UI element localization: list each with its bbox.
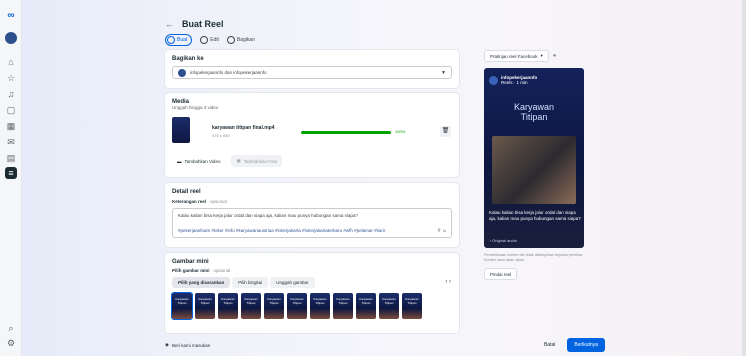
thumbnail-tiles: Karyawan Titipan Karyawan Titipan Karyaw… (171, 292, 452, 320)
chevron-down-icon: ▾ (540, 53, 543, 58)
chart-icon[interactable]: ▤ (5, 152, 17, 164)
caption-text: Kalau kalian bisa kerja jalur ordal dan … (178, 213, 358, 218)
avatar (489, 75, 498, 85)
carousel-arrows-icon[interactable]: ‹ › (445, 279, 451, 285)
preview-panel: Pratinjau reel Facebook ▾ ● infopekerjaan… (484, 50, 600, 281)
preview-title: Karyawan Titipan (513, 102, 555, 123)
optional-tag: · opsional (207, 199, 227, 204)
caption-label: Keterangan reel (172, 199, 207, 204)
reels-icon[interactable]: ≡ (5, 167, 17, 179)
radio-icon (200, 36, 209, 44)
feedback-icon: ◉ (165, 342, 169, 347)
add-video-button[interactable]: ▬ Tambahkan Video (172, 155, 226, 167)
avatar-icon[interactable] (5, 32, 17, 44)
photo-icon: ▣ (236, 158, 241, 163)
tab-frame[interactable]: Pilih bingkai (232, 277, 269, 288)
grid-icon[interactable]: ▦ (5, 120, 17, 132)
page-title: Buat Reel (182, 19, 224, 29)
add-photo-button[interactable]: ▣ Tambahkan Foto (231, 155, 283, 167)
details-title: Detail reel (172, 189, 201, 195)
progress-label: 100% (395, 129, 406, 134)
upload-progress-bar (301, 131, 391, 134)
cancel-button[interactable]: Batal (538, 338, 561, 352)
back-arrow-icon[interactable]: ← (165, 19, 174, 29)
thumbnail-label: Pilih gambar mini (172, 268, 210, 273)
calendar-icon[interactable]: ▢ (5, 104, 17, 116)
footer-bar: ◉ Beri kami masukan Batal Berikutnya (165, 338, 605, 352)
gear-icon[interactable]: ⚙ (5, 337, 17, 349)
thumbnail-option[interactable]: Karyawan Titipan (241, 293, 261, 319)
caption-hashtags: #pekerjaanfoam #loker #info #karyawanaus… (178, 227, 386, 233)
home-icon[interactable]: ⌂ (5, 56, 17, 68)
thumbnail-option[interactable]: Karyawan Titipan (218, 293, 238, 319)
tab-upload[interactable]: Unggah gambar (270, 277, 315, 288)
thumbnail-option[interactable]: Karyawan Titipan (287, 293, 307, 319)
search-icon[interactable]: ⌕ (5, 322, 17, 334)
bell-icon[interactable]: ♫ (5, 88, 17, 100)
left-nav-rail: ∞ ⌂ ☆ ♫ ▢ ▦ ✉ ▤ ≡ ⌕ ⚙ (0, 0, 22, 356)
scrollbar[interactable] (742, 0, 746, 356)
tab-suggested[interactable]: Pilih yang disarankan (172, 277, 231, 288)
thumbnail-tabs: Pilih yang disarankan Pilih bingkai Ungg… (172, 277, 452, 288)
thumbnail-option[interactable]: Karyawan Titipan (356, 293, 376, 319)
thumbnail-option[interactable]: Karyawan Titipan (264, 293, 284, 319)
thumbnail-option[interactable]: Karyawan Titipan (171, 292, 193, 320)
meta-logo-icon[interactable]: ∞ (5, 10, 17, 22)
radio-icon (226, 36, 235, 44)
thumbnail-option[interactable]: Karyawan Titipan (402, 293, 422, 319)
preview-audio: ♪ Original audio (489, 238, 517, 243)
share-title: Bagikan ke (172, 56, 204, 62)
media-subtitle: Unggah hingga 3 video (172, 105, 219, 110)
avatar (178, 68, 186, 77)
video-icon: ▬ (177, 158, 182, 164)
preview-dropdown[interactable]: Pratinjau reel Facebook ▾ (484, 50, 549, 62)
share-card: Bagikan ke infopekerjaannfo dan infopeke… (165, 50, 459, 88)
details-card: Detail reel Keterangan reel · opsional K… (165, 183, 459, 247)
check-reel-button[interactable]: Pindai reel (484, 268, 518, 281)
optional-tag: · opsional (210, 268, 231, 273)
preview-note: Pemeriksaan konten tsb tidak ditampilkan… (484, 253, 584, 262)
video-thumbnail (172, 117, 190, 143)
reel-preview: infopekerjaannfo Reels · 1 min Karyawan Ti… (484, 68, 584, 248)
media-card: Media Unggah hingga 3 video karyawan tit… (165, 93, 459, 177)
thumbnail-card: Gambar mini Pilih gambar mini · opsional… (165, 253, 459, 333)
info-icon[interactable]: ● (553, 53, 557, 59)
thumbnail-title: Gambar mini (172, 259, 209, 265)
file-name: karyawan titipan final.mp4 (212, 125, 275, 131)
feedback-link[interactable]: ◉ Beri kami masukan (165, 342, 210, 348)
preview-caption: Kalau kalian bisa kerja jalur ordal dan … (489, 210, 581, 221)
step-edit[interactable]: Edit (200, 36, 219, 44)
file-size: 476 x 850 (212, 133, 230, 138)
chat-icon[interactable]: ✉ (5, 136, 17, 148)
step-share[interactable]: Bagikan (226, 36, 255, 44)
caption-textarea[interactable]: Kalau kalian bisa kerja jalur ordal dan … (172, 208, 452, 238)
step-create[interactable]: Buat (165, 34, 193, 46)
emoji-icon[interactable]: # ☺ (438, 228, 447, 235)
thumbnail-option[interactable]: Karyawan Titipan (379, 293, 399, 319)
thumbnail-option[interactable]: Karyawan Titipan (333, 293, 353, 319)
step-selector: Buat Edit Bagikan (165, 34, 255, 46)
trash-icon[interactable]: 🗑 (440, 126, 451, 137)
next-button[interactable]: Berikutnya (567, 338, 605, 352)
preview-header: infopekerjaannfo Reels · 1 min (489, 75, 537, 85)
star-icon[interactable]: ☆ (5, 72, 17, 84)
thumbnail-option[interactable]: Karyawan Titipan (195, 293, 215, 319)
preview-photo (492, 136, 576, 204)
share-select[interactable]: infopekerjaannfo dan infopekerjaannfo ▼ (172, 66, 452, 79)
thumbnail-option[interactable]: Karyawan Titipan (310, 293, 330, 319)
page-header: ← Buat Reel (165, 15, 224, 33)
radio-icon (167, 36, 175, 44)
chevron-down-icon: ▼ (441, 69, 446, 76)
share-selected-value: infopekerjaannfo dan infopekerjaannfo (190, 70, 267, 75)
